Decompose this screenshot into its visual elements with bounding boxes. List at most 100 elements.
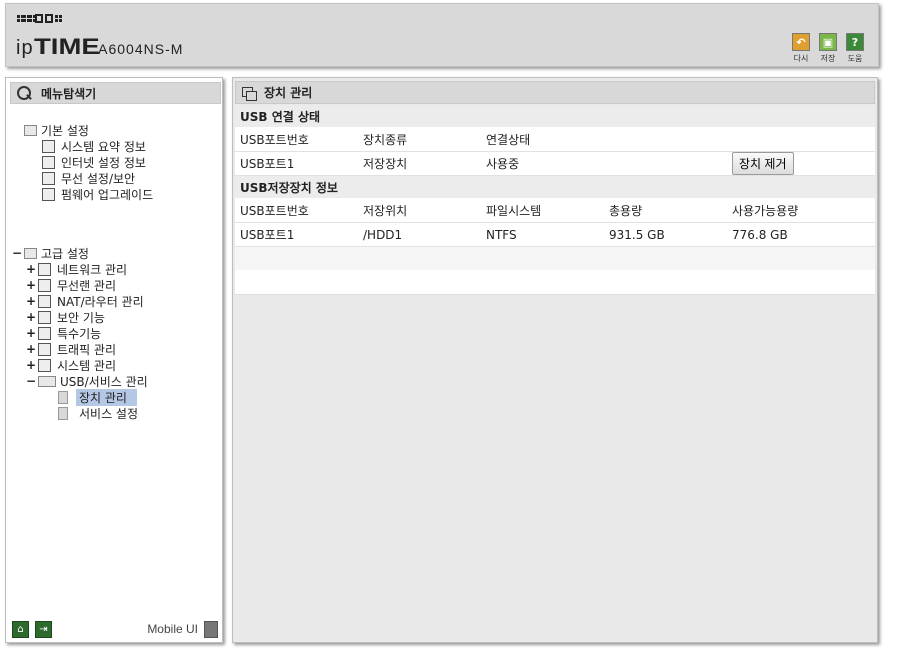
mobile-ui-link[interactable]: Mobile UI (147, 622, 198, 636)
lock-icon (38, 310, 51, 324)
document-icon (58, 390, 68, 404)
expand-toggle[interactable]: + (26, 294, 36, 308)
total-capacity-cell: 931.5 GB (609, 227, 665, 242)
tree-item-special[interactable]: + 특수기능 (26, 325, 101, 341)
expand-toggle[interactable]: + (26, 358, 36, 372)
tree-item-firmware-upgrade[interactable]: 펌웨어 업그레이드 (42, 186, 153, 202)
window-icon (242, 86, 257, 101)
usb-storage-header-row: USB포트번호 저장위치 파일시스템 총용량 사용가능용량 (235, 199, 875, 223)
page-title: 장치 관리 (264, 86, 313, 100)
filesystem-cell: NTFS (486, 227, 517, 242)
save-button[interactable]: ▣ 저장 (817, 33, 839, 64)
tree-item-label: 네트워크 관리 (57, 262, 128, 277)
tree-advanced-settings[interactable]: − 고급 설정 (12, 245, 89, 261)
tree-item-wlan[interactable]: + 무선랜 관리 (26, 277, 116, 293)
table-row: USB포트1 저장장치 사용중 장치 제거 (235, 152, 875, 176)
usb-folder-icon (38, 375, 56, 387)
router-icon (38, 294, 51, 308)
menu-explorer-panel: 메뉴탐색기 기본 설정 시스템 요약 정보 인터넷 설정 정보 무선 설정/보안… (5, 77, 223, 643)
usb-storage-section-title: USB저장장치 정보 (235, 176, 875, 199)
usb-status-section-title: USB 연결 상태 (235, 105, 875, 128)
tree-basic-settings[interactable]: 기본 설정 (24, 122, 89, 138)
save-label: 저장 (820, 54, 836, 63)
column-header: 저장위치 (363, 204, 408, 218)
magnifier-icon (17, 86, 31, 100)
undo-button[interactable]: ↶ 다시 (790, 33, 812, 64)
help-icon: ? (846, 33, 864, 51)
logout-button[interactable]: ⇥ (35, 620, 52, 638)
storage-location-cell: /HDD1 (363, 227, 403, 242)
device-type-cell: 저장장치 (363, 157, 408, 171)
empty-row (235, 247, 875, 271)
model-name: A6004NS-M (98, 41, 184, 57)
tree-item-traffic[interactable]: + 트래픽 관리 (26, 341, 116, 357)
tree-item-label: USB/서비스 관리 (60, 374, 148, 389)
column-header: 장치종류 (363, 133, 408, 147)
column-header: USB포트번호 (240, 133, 309, 147)
brand-ip: ip (16, 37, 34, 59)
network-icon (38, 262, 51, 276)
expand-toggle[interactable]: + (26, 342, 36, 356)
tree-item-label: 시스템 요약 정보 (61, 139, 146, 154)
tree-item-service-settings[interactable]: 서비스 설정 (58, 405, 138, 421)
usb-port-cell: USB포트1 (240, 228, 295, 242)
usb-port-cell: USB포트1 (240, 157, 295, 171)
home-icon: ⌂ (17, 623, 24, 635)
upgrade-icon (42, 187, 55, 201)
wireless-icon (42, 171, 55, 185)
column-header: 사용가능용량 (732, 204, 799, 218)
expand-toggle[interactable]: + (26, 262, 36, 276)
column-header: 총용량 (609, 204, 643, 218)
tree-item-label: 특수기능 (57, 326, 102, 341)
tree-item-label: NAT/라우터 관리 (57, 294, 144, 309)
tree-item-label: 트래픽 관리 (57, 342, 117, 357)
tree-item-label: 무선랜 관리 (57, 278, 117, 293)
tree-item-device-management[interactable]: 장치 관리 (58, 388, 137, 406)
empty-row (235, 271, 875, 295)
collapse-toggle[interactable]: − (26, 374, 36, 388)
collapse-toggle[interactable]: − (12, 246, 22, 260)
tree-item-system-summary[interactable]: 시스템 요약 정보 (42, 138, 146, 154)
expand-toggle[interactable]: + (26, 278, 36, 292)
usb-status-header-row: USB포트번호 장치종류 연결상태 (235, 128, 875, 152)
tree-item-wireless-security[interactable]: 무선 설정/보안 (42, 170, 135, 186)
brand-time: TIME (33, 34, 100, 59)
menu-explorer-header: 메뉴탐색기 (10, 82, 221, 104)
connection-status-cell: 사용중 (486, 157, 520, 171)
column-header: 파일시스템 (486, 204, 542, 218)
mobile-icon[interactable] (204, 620, 218, 638)
traffic-icon (38, 342, 51, 356)
action-cell: 장치 제거 (727, 152, 850, 175)
tree-item-nat-router[interactable]: + NAT/라우터 관리 (26, 293, 144, 309)
tree-advanced-label: 고급 설정 (41, 246, 89, 261)
chart-icon (42, 139, 55, 153)
tree-item-label: 서비스 설정 (79, 406, 139, 421)
tree-item-system[interactable]: + 시스템 관리 (26, 357, 116, 373)
special-icon (38, 326, 51, 340)
save-icon: ▣ (819, 33, 837, 51)
tree-item-label: 무선 설정/보안 (61, 171, 136, 186)
content-header: 장치 관리 (235, 81, 875, 104)
home-button[interactable]: ⌂ (12, 620, 29, 638)
tree-item-label: 펌웨어 업그레이드 (61, 187, 154, 202)
header-bar: ip TIME A6004NS-M ↶ 다시 ▣ 저장 ? 도움 (5, 3, 879, 67)
wireless-icon (38, 278, 51, 292)
remove-device-button[interactable]: 장치 제거 (732, 152, 794, 175)
iptime-logo-mark (17, 14, 59, 23)
help-button[interactable]: ? 도움 (844, 33, 866, 64)
table-row: USB포트1 /HDD1 NTFS 931.5 GB 776.8 GB (235, 223, 875, 247)
tree-item-network[interactable]: + 네트워크 관리 (26, 261, 127, 277)
tree-item-internet-info[interactable]: 인터넷 설정 정보 (42, 154, 146, 170)
expand-toggle[interactable]: + (26, 310, 36, 324)
tree-item-usb-service[interactable]: − USB/서비스 관리 (26, 373, 148, 389)
tree-item-label: 인터넷 설정 정보 (61, 155, 146, 170)
toolbar: ↶ 다시 ▣ 저장 ? 도움 (790, 33, 866, 64)
undo-label: 다시 (793, 54, 809, 63)
expand-toggle[interactable]: + (26, 326, 36, 340)
free-capacity-cell: 776.8 GB (732, 227, 788, 242)
content-panel: 장치 관리 USB 연결 상태 USB포트번호 장치종류 연결상태 USB포트1… (232, 77, 878, 643)
help-label: 도움 (847, 54, 863, 63)
monitor-icon (42, 155, 55, 169)
tree-item-security[interactable]: + 보안 기능 (26, 309, 105, 325)
brand-logo: ip TIME A6004NS-M (16, 34, 183, 60)
